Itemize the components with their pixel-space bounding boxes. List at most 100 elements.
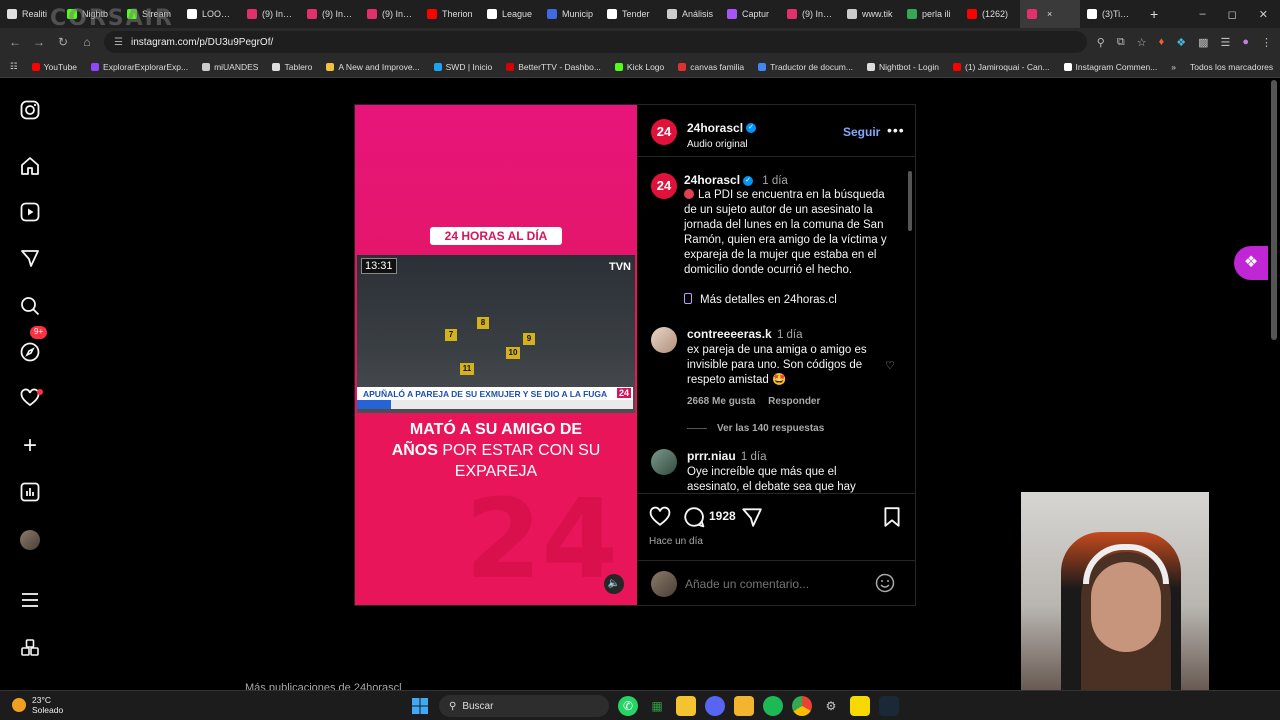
forward-icon[interactable]: → bbox=[32, 35, 46, 49]
bookmark-item[interactable]: Kick Logo bbox=[614, 62, 664, 72]
url-field[interactable]: ☰ instagram.com/p/DU3u9PegrOf/ bbox=[104, 31, 1087, 53]
apps-icon[interactable]: ☷ bbox=[10, 61, 18, 72]
site-info-icon[interactable]: ☰ bbox=[114, 37, 123, 48]
view-replies-button[interactable]: Ver las 140 respuestas bbox=[687, 423, 824, 434]
comment-likes[interactable]: 2668 Me gusta bbox=[687, 396, 755, 407]
weather-widget[interactable]: 23°C Soleado bbox=[12, 695, 63, 715]
windows-start-icon[interactable] bbox=[410, 696, 430, 716]
file-explorer-icon[interactable] bbox=[734, 696, 754, 716]
bookmark-item[interactable]: Tablero bbox=[272, 62, 312, 72]
extension-icon[interactable]: ♦ bbox=[1159, 36, 1165, 49]
save-bookmark-icon[interactable] bbox=[881, 506, 903, 533]
chrome-icon[interactable] bbox=[792, 696, 812, 716]
spotify-icon[interactable] bbox=[763, 696, 783, 716]
bookmark-item[interactable]: BetterTTV - Dashbo... bbox=[506, 62, 601, 72]
comments-list[interactable]: 24 24horascl ✓ 1 día La PDI se encuentra … bbox=[637, 159, 915, 493]
post-media[interactable]: 24 HORAS AL DÍA 13:31 TVN 7 8 9 10 11 AP… bbox=[355, 105, 637, 605]
reply-button[interactable]: Responder bbox=[768, 396, 820, 407]
browser-tab[interactable]: perla ili bbox=[900, 0, 960, 28]
browser-tab[interactable]: Stream bbox=[120, 0, 180, 28]
scrollbar-thumb[interactable] bbox=[908, 171, 912, 231]
media-icon[interactable]: ☰ bbox=[1220, 36, 1230, 49]
home-icon[interactable]: ⌂ bbox=[80, 35, 94, 49]
bookmark-item[interactable]: ExplorarExplorarExp... bbox=[91, 62, 188, 72]
commenter-avatar[interactable] bbox=[651, 327, 677, 353]
maximize-icon[interactable]: ◻ bbox=[1228, 8, 1237, 21]
zoom-icon[interactable]: ⚲ bbox=[1097, 36, 1105, 49]
profile-avatar[interactable]: ● bbox=[1242, 36, 1249, 49]
create-plus-icon[interactable]: + bbox=[18, 432, 42, 459]
browser-tab[interactable]: Captur bbox=[720, 0, 780, 28]
comment-icon[interactable] bbox=[683, 506, 705, 533]
search-icon[interactable] bbox=[18, 294, 42, 318]
bookmark-item[interactable]: Instagram Commen... bbox=[1063, 62, 1157, 72]
menu-icon[interactable]: ⋮ bbox=[1261, 36, 1272, 49]
bookmark-star-icon[interactable]: ☆ bbox=[1137, 36, 1147, 49]
account-username[interactable]: 24horascl bbox=[687, 121, 743, 135]
reels-icon[interactable] bbox=[18, 200, 42, 224]
dashboard-icon[interactable] bbox=[18, 480, 42, 504]
audio-toggle-icon[interactable]: 🔈 bbox=[604, 574, 624, 594]
browser-tab[interactable]: Therion bbox=[420, 0, 480, 28]
like-icon[interactable] bbox=[649, 506, 671, 533]
tab-close-icon[interactable]: × bbox=[1047, 9, 1052, 19]
bookmark-item[interactable]: YouTube bbox=[31, 62, 77, 72]
back-icon[interactable]: ← bbox=[8, 35, 22, 49]
audio-label[interactable]: Audio original bbox=[687, 139, 756, 150]
emoji-icon[interactable] bbox=[875, 573, 895, 598]
more-apps-icon[interactable] bbox=[18, 636, 42, 660]
bookmark-item[interactable]: Nightbot - Login bbox=[866, 62, 939, 72]
page-scrollbar[interactable] bbox=[1271, 80, 1277, 340]
comment-input[interactable] bbox=[685, 573, 865, 595]
steam-icon[interactable] bbox=[879, 696, 899, 716]
browser-tab[interactable]: (9) Insta bbox=[360, 0, 420, 28]
settings-gear-icon[interactable]: ⚙ bbox=[821, 696, 841, 716]
bookmarks-overflow-icon[interactable]: » bbox=[1171, 62, 1176, 72]
extension-icon[interactable]: ❖ bbox=[1176, 36, 1186, 49]
bookmark-item[interactable]: SWD | Inicio bbox=[433, 62, 492, 72]
close-icon[interactable]: ✕ bbox=[1259, 8, 1268, 21]
browser-tab[interactable]: Análisis bbox=[660, 0, 720, 28]
browser-tab[interactable]: (1262) bbox=[960, 0, 1020, 28]
browser-tab[interactable]: (9) Insta bbox=[240, 0, 300, 28]
commenter-avatar[interactable] bbox=[651, 449, 677, 475]
hamburger-menu-icon[interactable] bbox=[18, 588, 42, 612]
whatsapp-icon[interactable]: ✆ bbox=[618, 696, 638, 716]
like-comment-icon[interactable]: ♡ bbox=[885, 359, 895, 372]
explore-compass-icon[interactable] bbox=[18, 340, 42, 364]
floating-extension-button[interactable]: ❖ bbox=[1234, 246, 1268, 280]
browser-tab[interactable]: www.tik bbox=[840, 0, 900, 28]
new-tab-icon[interactable]: + bbox=[1140, 6, 1168, 22]
browser-tab[interactable]: Realiti bbox=[0, 0, 60, 28]
notes-icon[interactable] bbox=[676, 696, 696, 716]
browser-tab[interactable]: LOOP S bbox=[180, 0, 240, 28]
messages-icon[interactable] bbox=[18, 246, 42, 270]
discord-icon[interactable] bbox=[705, 696, 725, 716]
comments-scrollbar[interactable] bbox=[907, 161, 913, 493]
follow-button[interactable]: Seguir bbox=[843, 125, 880, 139]
caption-avatar[interactable]: 24 bbox=[651, 173, 677, 199]
extensions-puzzle-icon[interactable]: ▩ bbox=[1198, 36, 1208, 49]
comment-username[interactable]: prrr.niau bbox=[687, 449, 736, 463]
more-options-icon[interactable]: ••• bbox=[887, 122, 905, 138]
bookmark-item[interactable]: A New and Improve... bbox=[326, 62, 420, 72]
minimize-icon[interactable]: – bbox=[1200, 8, 1206, 21]
bookmark-item[interactable]: (1) Jamiroquai - Can... bbox=[952, 62, 1050, 72]
taskbar-search[interactable]: ⚲ Buscar bbox=[439, 695, 609, 717]
account-avatar[interactable]: 24 bbox=[651, 119, 677, 145]
profile-avatar[interactable] bbox=[18, 528, 42, 552]
browser-tab[interactable]: (3)TikTo bbox=[1080, 0, 1140, 28]
browser-tab[interactable]: (9) Insta bbox=[300, 0, 360, 28]
browser-tab-active[interactable]: × bbox=[1020, 0, 1080, 28]
caption-username[interactable]: 24horascl bbox=[684, 173, 740, 187]
bookmark-item[interactable]: canvas familia bbox=[678, 62, 744, 72]
excel-icon[interactable]: ▦ bbox=[647, 696, 667, 716]
browser-tab[interactable]: Municip bbox=[540, 0, 600, 28]
install-icon[interactable]: ⧉ bbox=[1117, 36, 1125, 49]
all-bookmarks-folder[interactable]: Todos los marcadores bbox=[1190, 62, 1273, 72]
share-icon[interactable] bbox=[741, 506, 763, 533]
comment-username[interactable]: contreeeeras.k bbox=[687, 327, 772, 341]
bookmark-item[interactable]: miUANDES bbox=[202, 62, 258, 72]
reload-icon[interactable]: ↻ bbox=[56, 35, 70, 49]
browser-tab[interactable]: Tender bbox=[600, 0, 660, 28]
